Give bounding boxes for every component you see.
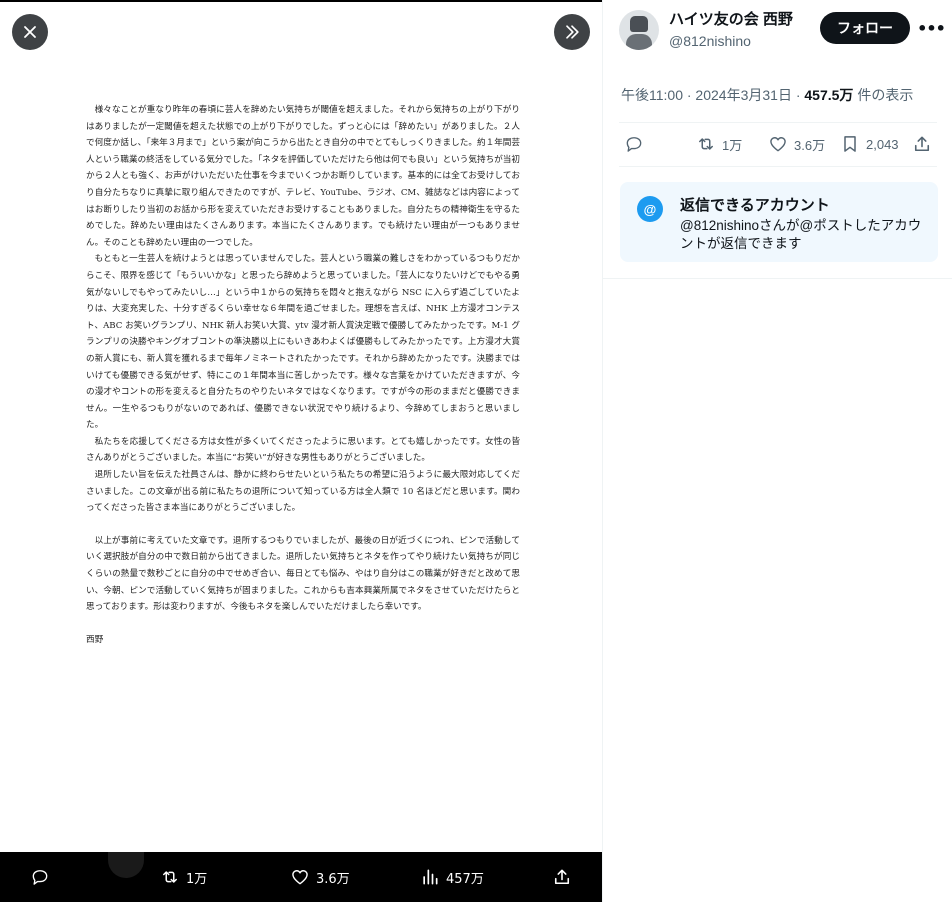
statement-paragraph: 私たちを応援してくださる方は女性が多くいてくださったように思います。とても嬉しか… <box>86 436 520 464</box>
retweet-count: 1万 <box>722 137 743 153</box>
bookmark-count: 2,043 <box>866 136 899 152</box>
reply-restriction-notice: @ 返信できるアカウント @812nishinoさんが@ポストしたアカウントが返… <box>620 182 938 262</box>
reply-button[interactable] <box>30 852 50 902</box>
bookmark-icon <box>844 136 856 152</box>
reply-button[interactable] <box>624 134 644 154</box>
retweet-count: 1万 <box>186 871 208 887</box>
like-count: 3.6万 <box>316 871 350 887</box>
like-button[interactable]: 3.6万 <box>768 134 825 154</box>
reply-restriction-title: 返信できるアカウント <box>680 197 830 214</box>
like-button[interactable]: 3.6万 <box>290 852 350 902</box>
double-chevron-right-icon <box>566 25 579 39</box>
views-count: 457万 <box>446 871 484 887</box>
divider <box>619 122 937 123</box>
author-block: ハイツ友の会 西野 @812nishino <box>619 10 793 50</box>
retweet-icon <box>699 138 713 150</box>
more-options-icon[interactable]: ••• <box>917 16 946 40</box>
share-button[interactable] <box>552 852 572 902</box>
statement-signature: 西野 <box>86 634 104 645</box>
follow-button[interactable]: フォロー <box>820 12 910 44</box>
views-button[interactable]: 457万 <box>420 852 484 902</box>
post-views-count: 457.5万 <box>804 87 854 103</box>
reply-icon <box>32 870 48 885</box>
bookmark-button[interactable]: 2,043 <box>840 134 899 154</box>
author-handle[interactable]: @812nishino <box>669 32 793 50</box>
statement-paragraph: 退所したい旨を伝えた社員さんは、静かに終わらせたいという私たちの希望に沿うように… <box>86 470 520 514</box>
close-button[interactable] <box>12 14 48 50</box>
retweet-icon <box>163 871 177 883</box>
post-views-label: 件の表示 <box>853 87 914 103</box>
reply-restriction-text: @812nishinoさんが@ポストしたアカウントが返信できます <box>680 218 922 251</box>
statement-paragraph: 様々なことが重なり昨年の春頃に芸人を辞めたい気持ちが閾値を超えました。それから気… <box>86 105 520 248</box>
close-icon <box>24 26 36 38</box>
retweet-button[interactable]: 1万 <box>160 852 207 902</box>
statement-paragraph: もともと一生芸人を続けようとは思っていませんでした。芸人という職業の難しさをわか… <box>86 254 520 431</box>
author-display-name[interactable]: ハイツ友の会 西野 <box>669 10 793 30</box>
post-detail-panel: ハイツ友の会 西野 @812nishino フォロー ••• 午後11:00 ·… <box>602 0 952 902</box>
statement-paragraph: 以上が事前に考えていた文章です。退所するつもりでいましたが、最後の日が近づくにつ… <box>86 535 520 613</box>
retweet-button[interactable]: 1万 <box>696 134 742 154</box>
media-action-bar: 1万 3.6万 457万 <box>0 852 602 902</box>
share-icon <box>554 869 570 885</box>
avatar[interactable] <box>619 10 659 50</box>
at-sign-icon: @ <box>637 196 663 222</box>
expand-sidebar-button[interactable] <box>554 14 590 50</box>
heart-icon <box>770 137 786 152</box>
divider <box>603 278 952 279</box>
heart-icon <box>292 870 308 885</box>
statement-document: 様々なことが重なり昨年の春頃に芸人を辞めたい気持ちが閾値を超えました。それから気… <box>86 102 520 648</box>
post-action-bar: 1万 3.6万 2,043 <box>603 134 952 158</box>
views-chart-icon <box>423 869 438 885</box>
reply-icon <box>626 137 642 152</box>
media-viewer: 様々なことが重なり昨年の春頃に芸人を辞めたい気持ちが閾値を超えました。それから気… <box>0 0 602 902</box>
post-timestamp[interactable]: 午後11:00 · 2024年3月31日 · <box>621 87 804 103</box>
avatar-shadow <box>108 852 144 878</box>
share-icon <box>914 136 930 152</box>
divider <box>619 166 937 167</box>
share-button[interactable] <box>912 134 932 154</box>
like-count: 3.6万 <box>794 137 826 153</box>
post-meta: 午後11:00 · 2024年3月31日 · 457.5万 件の表示 <box>621 85 913 105</box>
